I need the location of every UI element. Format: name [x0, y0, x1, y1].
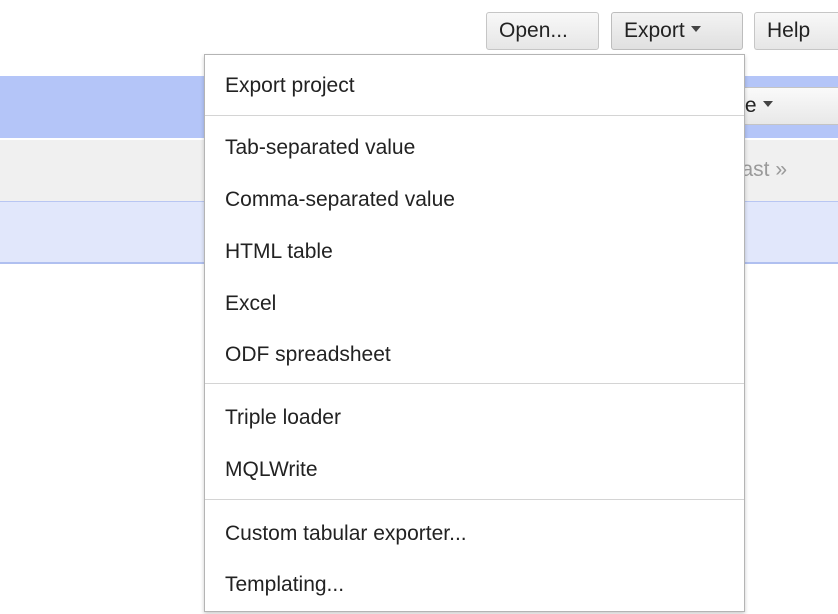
export-menu: Export project Tab-separated value Comma…	[204, 54, 745, 612]
chevron-down-icon	[762, 101, 773, 108]
app-page: Open... Export Help base › last » Export…	[0, 0, 838, 614]
help-button-label: Help	[767, 19, 811, 42]
menu-item-html-table[interactable]: HTML table	[225, 239, 333, 265]
menu-separator	[205, 115, 744, 116]
menu-item-custom-tabular-exporter[interactable]: Custom tabular exporter...	[225, 521, 467, 547]
menu-item-triple-loader[interactable]: Triple loader	[225, 405, 341, 431]
menu-separator	[205, 383, 744, 384]
chevron-down-icon	[690, 26, 701, 33]
menu-item-templating[interactable]: Templating...	[225, 572, 344, 598]
menu-item-excel[interactable]: Excel	[225, 291, 276, 317]
help-button[interactable]: Help	[754, 12, 838, 50]
open-button[interactable]: Open...	[486, 12, 599, 50]
export-button[interactable]: Export	[611, 12, 743, 50]
menu-item-tsv[interactable]: Tab-separated value	[225, 135, 415, 161]
open-button-label: Open...	[499, 19, 568, 42]
menu-item-odf-spreadsheet[interactable]: ODF spreadsheet	[225, 342, 391, 368]
export-button-label: Export	[624, 19, 685, 42]
menu-separator	[205, 499, 744, 500]
menu-item-mqlwrite[interactable]: MQLWrite	[225, 457, 318, 483]
menu-item-csv[interactable]: Comma-separated value	[225, 187, 455, 213]
menu-item-export-project[interactable]: Export project	[225, 73, 355, 99]
